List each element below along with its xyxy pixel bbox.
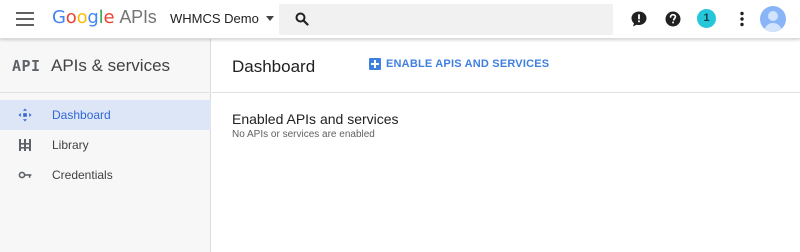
api-icon: API [12, 57, 41, 75]
menu-icon[interactable] [16, 12, 34, 26]
avatar[interactable] [760, 6, 786, 32]
main-content: Dashboard ENABLE APIS AND SERVICES Enabl… [212, 39, 800, 252]
sidebar-item-label: Dashboard [52, 108, 111, 122]
project-selector[interactable]: WHMCS Demo [170, 11, 274, 26]
logo-letter: o [65, 7, 77, 28]
logo-letter: g [87, 7, 99, 28]
add-box-icon [369, 58, 381, 70]
google-apis-logo[interactable]: Google APIs [52, 7, 157, 31]
sidebar-header: API APIs & services [0, 39, 211, 93]
logo-letter: e [103, 7, 115, 28]
sidebar-item-credentials[interactable]: Credentials [0, 160, 211, 190]
sidebar: API APIs & services Dashboard Library Cr… [0, 39, 211, 252]
google-wordmark: Google [52, 7, 115, 28]
caret-down-icon [265, 16, 274, 21]
page-title: Dashboard [232, 57, 316, 76]
notification-badge[interactable]: 1 [697, 9, 716, 28]
help-icon[interactable] [664, 10, 682, 28]
section-title: Enabled APIs and services [232, 111, 399, 127]
sidebar-item-label: Credentials [52, 168, 113, 182]
library-icon [19, 139, 31, 151]
key-icon [18, 171, 32, 179]
avatar-body [764, 23, 782, 32]
top-app-bar: Google APIs WHMCS Demo 1 [0, 0, 800, 39]
enable-apis-label: ENABLE APIS AND SERVICES [386, 58, 550, 70]
logo-suffix: APIs [119, 7, 157, 27]
search-input[interactable] [319, 4, 609, 35]
dashboard-icon [18, 108, 32, 122]
more-vert-icon[interactable] [733, 10, 751, 28]
project-name: WHMCS Demo [170, 11, 259, 26]
logo-letter: o [76, 7, 88, 28]
feedback-icon[interactable] [630, 10, 648, 28]
empty-state-text: No APIs or services are enabled [232, 129, 375, 140]
logo-letter: G [52, 7, 66, 28]
sidebar-item-dashboard[interactable]: Dashboard [0, 100, 211, 130]
search-icon [295, 12, 309, 26]
sidebar-item-library[interactable]: Library [0, 130, 211, 160]
sidebar-title: APIs & services [51, 56, 171, 75]
enable-apis-button[interactable]: ENABLE APIS AND SERVICES [369, 58, 549, 70]
search-bar[interactable] [279, 4, 613, 35]
main-header: Dashboard ENABLE APIS AND SERVICES [212, 39, 800, 93]
avatar-head [768, 11, 778, 21]
sidebar-item-label: Library [52, 138, 89, 152]
